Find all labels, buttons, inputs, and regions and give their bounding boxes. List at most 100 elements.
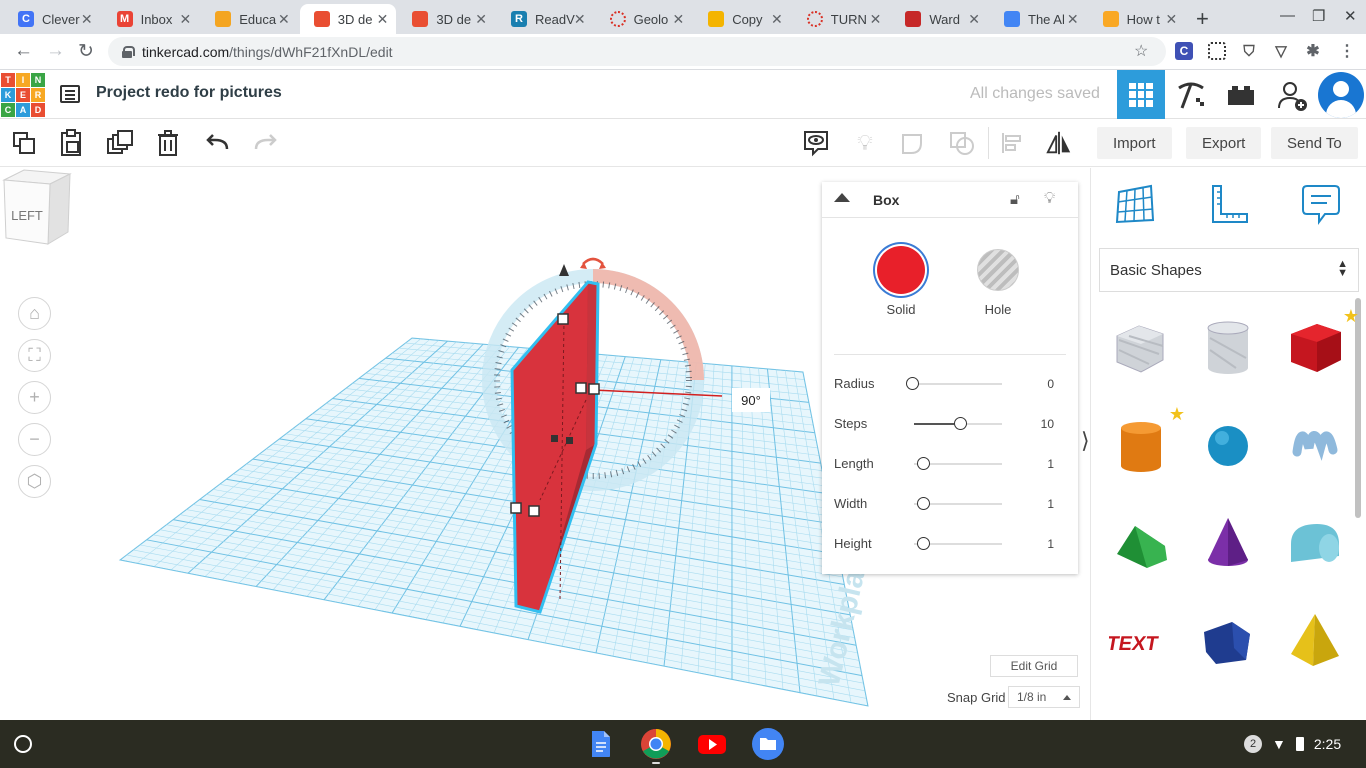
notes-tool-icon[interactable]: [1299, 182, 1343, 226]
collapse-icon[interactable]: [834, 193, 850, 202]
youtube-icon[interactable]: [696, 728, 728, 760]
close-tab-icon[interactable]: ✕: [1165, 11, 1177, 28]
chrome-icon[interactable]: [640, 728, 672, 760]
shield-extension-icon[interactable]: ⛉: [1240, 42, 1258, 60]
close-tab-icon[interactable]: ✕: [672, 11, 684, 28]
close-tab-icon[interactable]: ✕: [377, 11, 389, 28]
param-slider-knob[interactable]: [906, 377, 919, 390]
param-slider-knob[interactable]: [917, 497, 930, 510]
resize-handle[interactable]: [588, 383, 600, 395]
param-slider-knob[interactable]: [917, 457, 930, 470]
redo-button[interactable]: [251, 129, 279, 157]
workplane-tool-icon[interactable]: [1113, 182, 1157, 226]
solid-color-swatch[interactable]: [877, 246, 925, 294]
shape-category-select[interactable]: Basic Shapes ▲ ▼: [1099, 248, 1359, 292]
launcher-icon[interactable]: [14, 735, 32, 753]
close-tab-icon[interactable]: ✕: [475, 11, 487, 28]
sphere-shape[interactable]: [1196, 412, 1260, 476]
close-tab-icon[interactable]: ✕: [771, 11, 783, 28]
close-tab-icon[interactable]: ✕: [81, 11, 93, 28]
files-icon[interactable]: [752, 728, 784, 760]
polygon-shape[interactable]: [1196, 608, 1260, 672]
browser-tab[interactable]: Geolo ✕: [596, 4, 693, 34]
mirror-button[interactable]: [1045, 129, 1073, 157]
copy-button[interactable]: [10, 129, 38, 157]
project-title[interactable]: Project redo for pictures: [96, 84, 282, 102]
solid-option[interactable]: Solid: [871, 246, 931, 317]
status-tray[interactable]: 2 ▼ 2:25: [1244, 731, 1341, 757]
lightbulb-icon[interactable]: 💡︎: [1044, 190, 1055, 208]
new-tab-button[interactable]: +: [1196, 6, 1209, 32]
round-roof-shape[interactable]: [1283, 510, 1347, 574]
param-value[interactable]: 1: [1047, 537, 1054, 551]
resize-handle[interactable]: [528, 505, 540, 517]
qr-code-icon[interactable]: [1208, 42, 1226, 60]
browser-tab[interactable]: M Inbox ✕: [103, 4, 200, 34]
3d-view-button[interactable]: [1117, 70, 1165, 119]
browser-menu-icon[interactable]: ⋮: [1338, 42, 1356, 60]
shapes-scrollbar[interactable]: [1355, 298, 1361, 518]
param-slider-knob[interactable]: [953, 417, 967, 430]
browser-tab[interactable]: 3D de ✕: [299, 4, 397, 34]
user-avatar[interactable]: [1318, 72, 1364, 118]
close-tab-icon[interactable]: ✕: [574, 11, 586, 28]
box-hole-shape[interactable]: [1109, 314, 1173, 378]
back-icon[interactable]: ←: [14, 40, 33, 62]
group-icon[interactable]: [900, 129, 928, 157]
import-button[interactable]: Import: [1097, 127, 1172, 159]
pyramid-shape[interactable]: [1283, 608, 1347, 672]
close-tab-icon[interactable]: ✕: [278, 11, 290, 28]
duplicate-button[interactable]: [106, 129, 134, 157]
align-icon[interactable]: [998, 129, 1026, 157]
minimize-icon[interactable]: —: [1280, 7, 1295, 24]
scribble-shape[interactable]: [1283, 412, 1347, 476]
lightbulb-icon[interactable]: 💡︎: [851, 129, 879, 157]
notes-button[interactable]: [802, 129, 830, 157]
browser-tab[interactable]: R ReadV ✕: [497, 4, 594, 34]
close-tab-icon[interactable]: ✕: [179, 11, 191, 28]
cylinder-hole-shape[interactable]: [1196, 314, 1260, 378]
browser-tab[interactable]: Ward ✕: [891, 4, 988, 34]
browser-tab[interactable]: Copy ✕: [694, 4, 791, 34]
text-shape[interactable]: TEXT: [1105, 608, 1173, 672]
delete-button[interactable]: [154, 129, 182, 157]
roof-shape[interactable]: [1109, 510, 1173, 574]
close-tab-icon[interactable]: ✕: [968, 11, 980, 28]
vpn-extension-icon[interactable]: ▽: [1272, 42, 1290, 60]
reload-icon[interactable]: ↻: [78, 40, 94, 63]
ungroup-icon[interactable]: [948, 129, 976, 157]
close-window-icon[interactable]: ✕: [1344, 7, 1357, 25]
undo-button[interactable]: [204, 129, 232, 157]
zoom-out-icon[interactable]: −: [18, 423, 51, 456]
param-slider-track[interactable]: [914, 383, 1002, 385]
url-field[interactable]: tinkercad.com/things/dWhF21fXnDL/edit: [108, 37, 1166, 66]
center-handle[interactable]: [566, 437, 573, 444]
browser-tab[interactable]: The Al ✕: [990, 4, 1087, 34]
forward-icon[interactable]: →: [46, 40, 65, 62]
close-tab-icon[interactable]: ✕: [870, 11, 882, 28]
zoom-in-icon[interactable]: +: [18, 381, 51, 414]
favorite-star-icon[interactable]: ★: [1343, 306, 1359, 327]
param-value[interactable]: 1: [1047, 457, 1054, 471]
edit-grid-button[interactable]: Edit Grid: [990, 655, 1078, 677]
browser-tab[interactable]: How t ✕: [1089, 4, 1186, 34]
hole-option[interactable]: Hole: [968, 246, 1028, 317]
resize-handle[interactable]: [575, 382, 587, 394]
ruler-tool-icon[interactable]: [1207, 182, 1251, 226]
invite-user-button[interactable]: [1268, 70, 1316, 119]
collapse-panel-icon[interactable]: ⟩: [1081, 428, 1090, 454]
google-docs-icon[interactable]: [584, 728, 616, 760]
box-shape[interactable]: ★: [1283, 306, 1359, 378]
browser-tab[interactable]: 3D de ✕: [398, 4, 495, 34]
bricks-button[interactable]: [1217, 70, 1265, 119]
restore-icon[interactable]: ❐: [1312, 7, 1325, 25]
view-cube[interactable]: LEFT: [0, 168, 72, 248]
codeblocks-button[interactable]: [1167, 70, 1215, 119]
browser-tab[interactable]: TURN ✕: [793, 4, 890, 34]
perspective-cube-icon[interactable]: ⬡: [18, 465, 51, 498]
rotate-handle-icon[interactable]: [582, 257, 604, 265]
cylinder-shape[interactable]: ★: [1109, 404, 1185, 476]
resize-handle[interactable]: [510, 502, 522, 514]
bookmark-star-icon[interactable]: ☆: [1134, 41, 1148, 61]
fit-view-icon[interactable]: ⛶: [18, 339, 51, 372]
